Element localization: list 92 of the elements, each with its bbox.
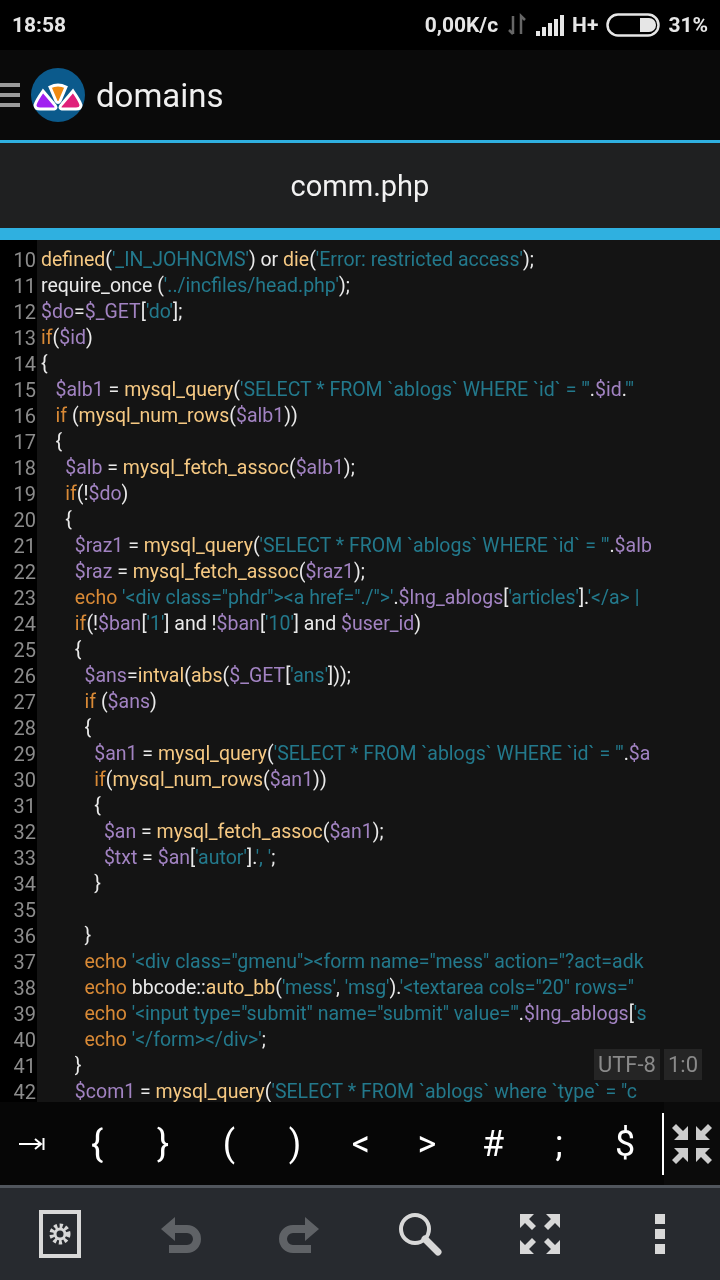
code-line: if(mysql_num_rows($an1)) <box>93 767 327 793</box>
line-number: 40 <box>12 1027 37 1053</box>
code-line: $alb = mysql_fetch_assoc($alb1); <box>64 455 355 481</box>
tab-key-icon[interactable] <box>19 1136 45 1151</box>
line-number: 16 <box>12 403 37 429</box>
code-line: if(!$ban['1'] and !$ban['10'] and $user_id) <box>73 611 422 637</box>
code-line: $ans=intval(abs($_GET['ans'])); <box>83 663 351 689</box>
line-number: 23 <box>12 585 37 611</box>
code-line: $raz1 = mysql_query('SELECT * FROM `ablogs` WHERE `id` = "'.$alb <box>73 533 652 559</box>
code-line: if ($ans) <box>83 689 157 715</box>
line-number: 10 <box>12 247 37 273</box>
line-number: 17 <box>12 429 37 455</box>
line-number: 22 <box>12 559 37 585</box>
code-line: $raz = mysql_fetch_assoc($raz1); <box>73 559 365 585</box>
code-line: echo bbcode::auto_bb('mess', 'msg').'<textarea cols="20" rows=" <box>83 975 635 1001</box>
line-number: 31 <box>12 793 37 819</box>
line-number: 34 <box>12 871 37 897</box>
symbol-key[interactable]: } <box>130 1122 196 1165</box>
line-number: 38 <box>12 975 37 1001</box>
app-title: domains <box>96 75 224 115</box>
battery-percent: 31% <box>668 13 708 37</box>
line-number: 15 <box>12 377 37 403</box>
network-type: H+ <box>572 13 599 37</box>
code-line: echo '<div class="gmenu"><form name="mess" action="?act=adk <box>83 949 644 975</box>
logo-icon <box>30 67 86 123</box>
network-speed: 0,00K/c <box>424 13 499 37</box>
code-line: echo '<div class="phdr"><a href="./">'.$lng_ablogs['articles'].'</a> | <box>73 585 640 611</box>
more-icon <box>654 1213 666 1255</box>
code-line: { <box>93 793 101 819</box>
code-line: { <box>73 637 82 663</box>
line-number: 33 <box>12 845 37 871</box>
line-number: 24 <box>12 611 37 637</box>
line-number: 18 <box>12 455 37 481</box>
settings-icon <box>39 1210 81 1258</box>
line-number: 28 <box>12 715 37 741</box>
line-number: 32 <box>12 819 37 845</box>
code-line: if (mysql_num_rows($alb1)) <box>54 403 298 429</box>
cursor-position: 1:0 <box>663 1049 702 1080</box>
line-number: 11 <box>12 273 37 299</box>
line-number: 39 <box>12 1001 37 1027</box>
code-line: } <box>73 1053 82 1079</box>
collapse-icon[interactable] <box>670 1121 714 1166</box>
expand-icon <box>518 1212 562 1256</box>
code-line: require_once ('../incfiles/head.php'); <box>41 273 350 299</box>
line-number: 30 <box>12 767 37 793</box>
menu-icon[interactable] <box>0 81 20 109</box>
symbol-key[interactable]: > <box>394 1122 460 1165</box>
code-line: if(!$do) <box>64 481 129 507</box>
file-tab[interactable]: comm.php <box>0 143 720 228</box>
line-number: 41 <box>12 1053 37 1079</box>
symbol-key[interactable]: ; <box>526 1122 592 1165</box>
code-line: { <box>41 351 48 377</box>
line-number: 14 <box>12 351 37 377</box>
line-number: 21 <box>12 533 37 559</box>
line-number: 26 <box>12 663 37 689</box>
code-line: echo '<input type="submit" name="submit" value="'.$lng_ablogs['s <box>83 1001 647 1027</box>
code-line: $an1 = mysql_query('SELECT * FROM `ablogs` WHERE `id` = "'.$a <box>93 741 651 767</box>
line-number: 42 <box>12 1079 37 1105</box>
code-line: defined('_IN_JOHNCMS') or die('Error: restricted access'); <box>41 247 534 273</box>
line-number: 27 <box>12 689 37 715</box>
code-line: { <box>54 429 63 455</box>
code-line: $do=$_GET['do']; <box>41 299 183 325</box>
symbol-key[interactable]: < <box>328 1122 394 1165</box>
battery-icon <box>606 13 661 37</box>
code-line: $alb1 = mysql_query('SELECT * FROM `ablogs` WHERE `id` = "'.$id.'" <box>54 377 634 403</box>
line-number: 19 <box>12 481 37 507</box>
code-line: if($id) <box>41 325 93 351</box>
line-number: 13 <box>12 325 37 351</box>
signal-icon <box>536 14 565 36</box>
clock: 18:58 <box>12 13 67 37</box>
line-number: 37 <box>12 949 37 975</box>
symbol-key[interactable]: ) <box>262 1122 328 1165</box>
line-number: 29 <box>12 741 37 767</box>
line-number: 35 <box>12 897 37 923</box>
symbol-key[interactable]: ( <box>196 1122 262 1165</box>
line-number: 20 <box>12 507 37 533</box>
symbol-key[interactable]: $ <box>592 1122 658 1165</box>
code-line: } <box>83 923 92 949</box>
code-line: echo '</form></div>'; <box>83 1027 266 1053</box>
search-icon <box>397 1211 443 1257</box>
line-number: 25 <box>12 637 37 663</box>
code-line: $com1 = mysql_query('SELECT * FROM `ablogs` where `type` = "c <box>73 1079 637 1105</box>
code-line: { <box>83 715 92 741</box>
line-number: 12 <box>12 299 37 325</box>
code-line: $txt = $an['autor'].', '; <box>102 845 276 871</box>
code-line: { <box>64 507 72 533</box>
code-line: } <box>93 871 101 897</box>
symbol-key[interactable]: { <box>64 1122 130 1165</box>
line-number: 36 <box>12 923 37 949</box>
code-line: $an = mysql_fetch_assoc($an1); <box>102 819 384 845</box>
symbol-key[interactable]: # <box>460 1122 526 1165</box>
encoding-label: UTF-8 <box>593 1049 660 1080</box>
